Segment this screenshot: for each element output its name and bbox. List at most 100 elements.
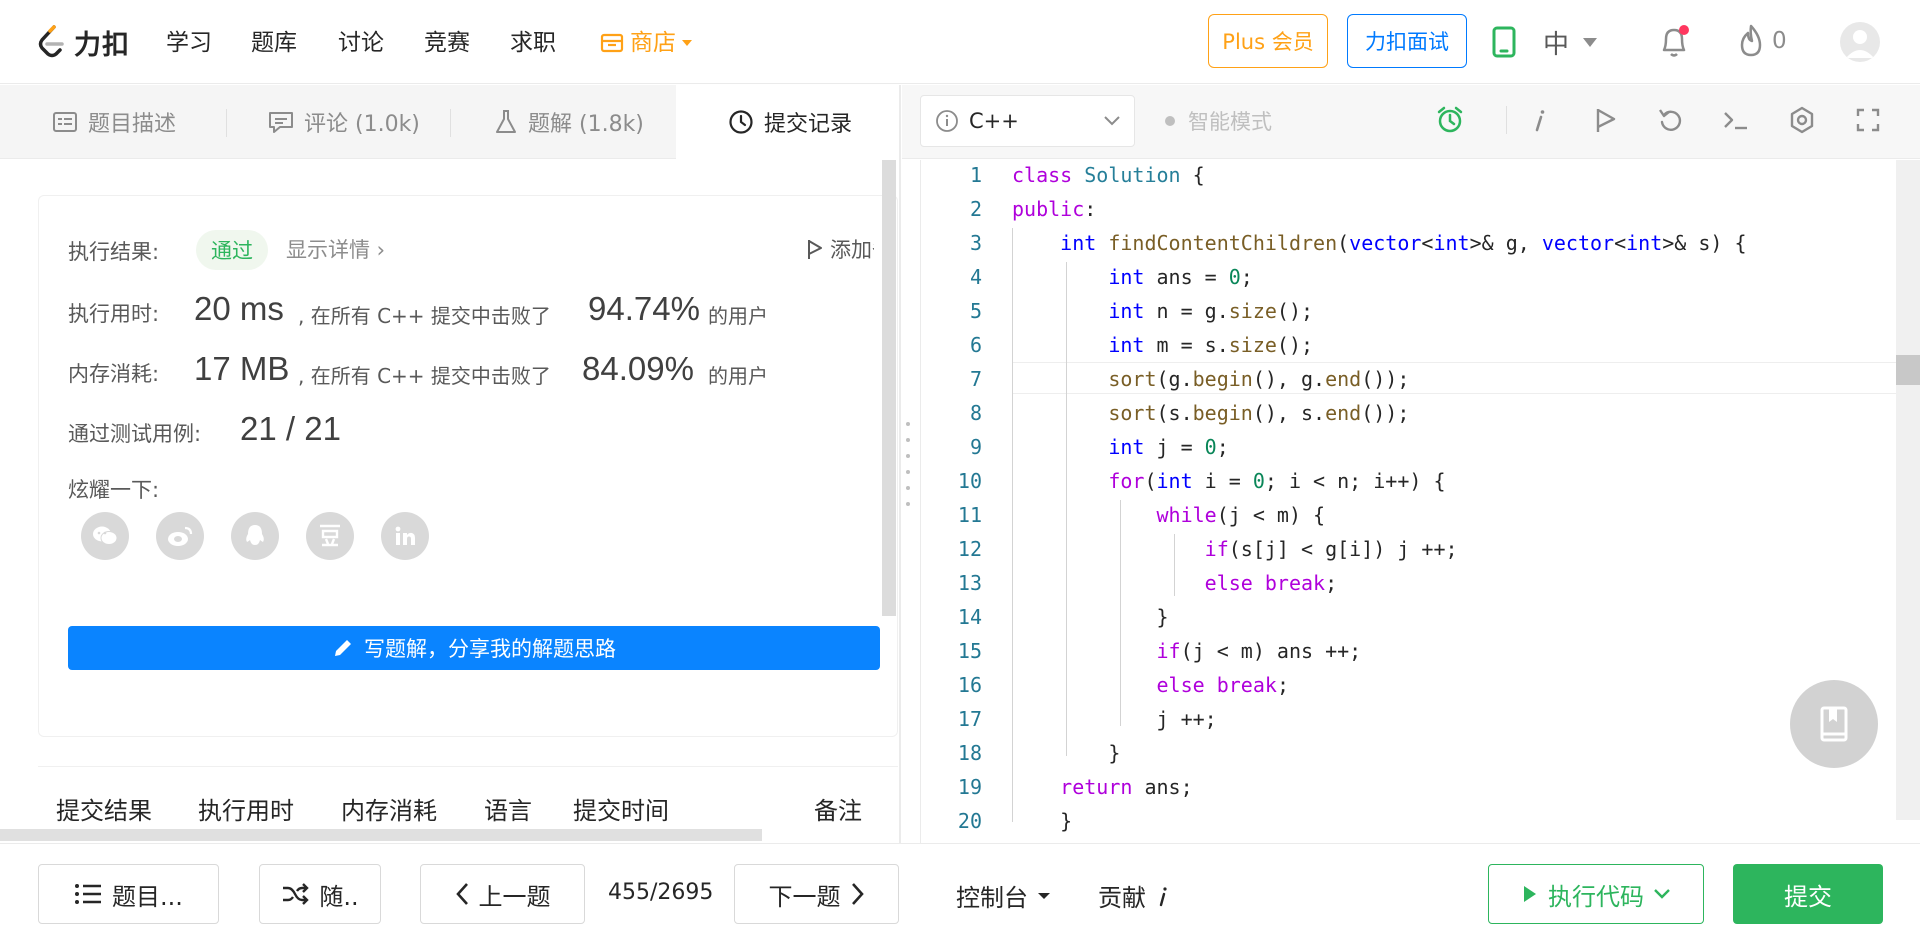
nav-contest[interactable]: 竞赛 bbox=[424, 27, 470, 59]
code-line[interactable]: return ans; bbox=[1012, 775, 1192, 799]
random-problem-button[interactable]: 随.. bbox=[259, 864, 381, 924]
code-line[interactable]: } bbox=[1012, 741, 1120, 765]
line-number: 1 bbox=[969, 163, 982, 187]
line-number: 17 bbox=[957, 707, 982, 731]
tests-label: 通过测试用例: bbox=[68, 422, 202, 446]
run-code-label: 执行代码 bbox=[1548, 882, 1644, 911]
line-number: 18 bbox=[957, 741, 982, 765]
book-icon bbox=[1820, 706, 1848, 742]
code-line[interactable]: int m = s.size(); bbox=[1012, 333, 1313, 357]
code-line[interactable]: while(j < m) { bbox=[1012, 503, 1326, 527]
alarm-clock-icon[interactable] bbox=[1434, 104, 1466, 136]
code-line[interactable]: sort(g.begin(), g.end()); bbox=[1012, 367, 1409, 391]
wechat-icon[interactable] bbox=[81, 512, 129, 560]
tab-submissions-label: 提交记录 bbox=[764, 112, 853, 137]
code-line[interactable]: for(int i = 0; i < n; i++) { bbox=[1012, 469, 1445, 493]
memory-beat-text: , 在所有 C++ 提交中击败了 bbox=[298, 364, 551, 388]
add-note-button[interactable]: 添加备注 bbox=[806, 234, 874, 264]
nav-jobs[interactable]: 求职 bbox=[510, 27, 556, 59]
problem-list-button[interactable]: 题目... bbox=[38, 864, 219, 924]
nav-study[interactable]: 学习 bbox=[166, 27, 212, 59]
fullscreen-icon[interactable] bbox=[1852, 104, 1884, 136]
next-label: 下一题 bbox=[768, 882, 841, 911]
language-select[interactable]: C++ bbox=[920, 95, 1135, 147]
nav-discuss[interactable]: 讨论 bbox=[338, 27, 384, 59]
user-avatar-icon bbox=[1846, 30, 1874, 58]
language-label: 中 bbox=[1543, 30, 1570, 60]
logo[interactable]: 力扣 bbox=[36, 22, 130, 62]
show-details-link[interactable]: 显示详情 › bbox=[286, 234, 385, 264]
console-toggle[interactable]: 控制台 bbox=[956, 878, 1050, 913]
streak-counter[interactable]: 0 bbox=[1738, 24, 1787, 58]
linkedin-icon[interactable] bbox=[381, 512, 429, 560]
code-line[interactable]: if(s[j] < g[i]) j ++; bbox=[1012, 537, 1458, 561]
code-line[interactable]: int ans = 0; bbox=[1012, 265, 1253, 289]
caret-down-icon bbox=[682, 40, 692, 46]
language-switcher[interactable]: 中 bbox=[1543, 24, 1598, 61]
tab-solutions[interactable]: 题解 (1.8k) bbox=[494, 85, 644, 159]
douban-icon[interactable] bbox=[306, 512, 354, 560]
nav-shop-label: 商店 bbox=[630, 30, 676, 56]
code-line[interactable]: } bbox=[1012, 809, 1072, 833]
code-line[interactable]: j ++; bbox=[1012, 707, 1216, 731]
problem-list-label: 题目... bbox=[112, 882, 183, 911]
next-problem-button[interactable]: 下一题 bbox=[734, 864, 899, 924]
line-number: 20 bbox=[957, 809, 982, 833]
terminal-icon[interactable] bbox=[1720, 104, 1752, 136]
nav-shop[interactable]: 商店 bbox=[600, 27, 692, 59]
status-badge: 通过 bbox=[196, 230, 268, 270]
submit-button[interactable]: 提交 bbox=[1733, 864, 1883, 924]
contribute-button[interactable]: 贡献 bbox=[1098, 878, 1170, 913]
italic-info-icon[interactable] bbox=[1524, 104, 1556, 136]
write-solution-button[interactable]: 写题解，分享我的解题思路 bbox=[68, 626, 880, 670]
line-number: 2 bbox=[969, 197, 982, 221]
run-code-button[interactable]: 执行代码 bbox=[1488, 864, 1704, 924]
status-label: 执行结果: bbox=[68, 240, 160, 264]
runtime-suffix: 的用户 bbox=[708, 304, 768, 328]
resize-handle[interactable] bbox=[906, 422, 910, 506]
tab-description[interactable]: 题目描述 bbox=[52, 85, 176, 159]
top-nav: 力扣 学习 题库 讨论 竞赛 求职 商店 Plus 会员 力扣面试 中 0 bbox=[0, 0, 1920, 84]
previous-problem-button[interactable]: 上一题 bbox=[420, 864, 585, 924]
tab-comments[interactable]: 评论 (1.0k) bbox=[268, 85, 420, 159]
weibo-icon[interactable] bbox=[156, 512, 204, 560]
plus-member-button[interactable]: Plus 会员 bbox=[1208, 14, 1328, 68]
flag-icon[interactable] bbox=[1590, 104, 1622, 136]
code-line[interactable]: public: bbox=[1012, 197, 1096, 221]
list-icon bbox=[75, 884, 102, 904]
notebook-button[interactable] bbox=[1790, 680, 1878, 768]
line-number: 8 bbox=[969, 401, 982, 425]
code-line[interactable]: } bbox=[1012, 605, 1168, 629]
reset-icon[interactable] bbox=[1655, 104, 1687, 136]
tab-separator bbox=[450, 109, 451, 137]
mobile-app-icon[interactable] bbox=[1490, 26, 1518, 58]
play-icon bbox=[1524, 886, 1536, 902]
code-line[interactable]: if(j < m) ans ++; bbox=[1012, 639, 1362, 663]
avatar[interactable] bbox=[1840, 22, 1880, 62]
column-header-note: 备注 bbox=[814, 797, 862, 825]
problem-page-count: 455/2695 bbox=[608, 880, 714, 905]
code-line[interactable]: else break; bbox=[1012, 673, 1289, 697]
left-panel-scrollbar[interactable] bbox=[882, 160, 896, 616]
left-panel-horizontal-scrollbar[interactable] bbox=[0, 829, 762, 841]
smart-mode-toggle[interactable]: 智能模式 bbox=[1164, 106, 1272, 136]
info-icon bbox=[936, 110, 958, 132]
code-line[interactable]: else break; bbox=[1012, 571, 1337, 595]
notifications[interactable] bbox=[1656, 22, 1692, 64]
smart-mode-label: 智能模式 bbox=[1188, 110, 1272, 134]
tab-submissions[interactable]: 提交记录 bbox=[676, 85, 900, 159]
leetcode-logo-icon bbox=[38, 25, 64, 58]
tab-comments-label: 评论 (1.0k) bbox=[304, 112, 420, 137]
code-line[interactable]: class Solution { bbox=[1012, 163, 1205, 187]
italic-info-icon bbox=[1159, 886, 1167, 906]
settings-icon[interactable] bbox=[1786, 104, 1818, 136]
code-line[interactable]: int findContentChildren(vector<int>& g, … bbox=[1012, 231, 1746, 255]
code-line[interactable]: int n = g.size(); bbox=[1012, 299, 1313, 323]
code-line[interactable]: sort(s.begin(), s.end()); bbox=[1012, 401, 1409, 425]
editor-scrollbar[interactable] bbox=[1896, 160, 1920, 820]
qq-icon[interactable] bbox=[231, 512, 279, 560]
code-line[interactable]: int j = 0; bbox=[1012, 435, 1228, 459]
editor-scrollbar-thumb[interactable] bbox=[1896, 355, 1920, 385]
nav-problems[interactable]: 题库 bbox=[251, 27, 297, 59]
interview-button[interactable]: 力扣面试 bbox=[1347, 14, 1467, 68]
